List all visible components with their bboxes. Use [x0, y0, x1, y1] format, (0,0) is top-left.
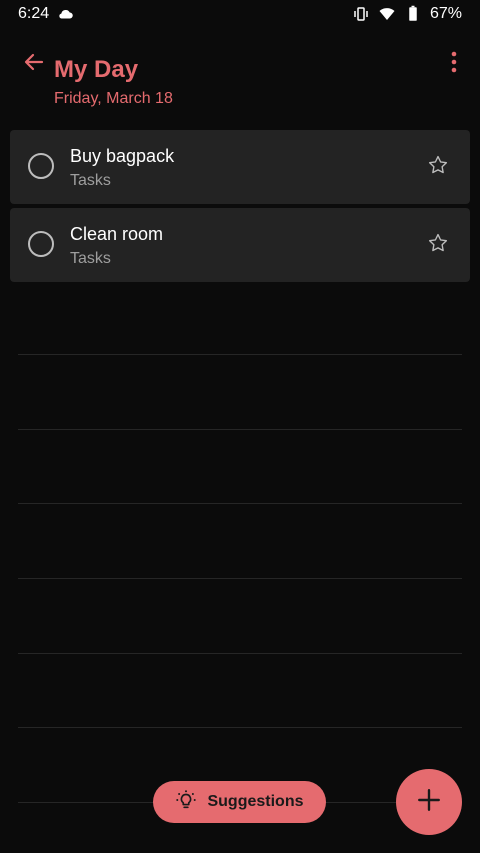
battery-percent: 67% — [429, 5, 462, 22]
empty-row-divider — [18, 653, 462, 654]
task-title: Buy bagpack — [70, 146, 175, 166]
more-vertical-icon — [450, 51, 458, 78]
header: My Day Friday, March 18 — [0, 38, 480, 118]
task-list-name: Tasks — [70, 250, 111, 267]
star-button[interactable] — [426, 233, 450, 257]
cloud-icon — [57, 5, 75, 23]
plus-icon — [416, 787, 442, 818]
back-button[interactable] — [16, 46, 52, 82]
my-day-screen: 6:24 67% My Day Friday, March 18 Buy bag… — [0, 0, 480, 853]
empty-row-divider — [18, 578, 462, 579]
battery-icon — [404, 5, 422, 23]
complete-checkbox[interactable] — [28, 231, 54, 257]
empty-row-divider — [18, 429, 462, 430]
status-right: 67% — [352, 5, 462, 23]
complete-checkbox[interactable] — [28, 153, 54, 179]
empty-row-divider — [18, 727, 462, 728]
page-subtitle: Friday, March 18 — [54, 90, 173, 107]
task-item[interactable]: Buy bagpack Tasks — [10, 130, 470, 204]
star-outline-icon — [427, 232, 449, 259]
suggestions-label: Suggestions — [207, 793, 304, 810]
task-list: Buy bagpack Tasks Clean room Tasks — [10, 130, 470, 286]
page-title: My Day — [54, 56, 139, 83]
lightbulb-icon — [175, 789, 197, 816]
arrow-left-icon — [22, 50, 46, 79]
more-options-button[interactable] — [438, 46, 470, 82]
status-left: 6:24 — [18, 5, 75, 23]
star-button[interactable] — [426, 155, 450, 179]
star-outline-icon — [427, 154, 449, 181]
task-title: Clean room — [70, 224, 164, 244]
task-item[interactable]: Clean room Tasks — [10, 208, 470, 282]
status-time: 6:24 — [18, 5, 50, 22]
add-task-button[interactable] — [396, 769, 462, 835]
empty-row-divider — [18, 503, 462, 504]
status-bar: 6:24 67% — [0, 0, 480, 28]
wifi-icon — [378, 5, 396, 23]
empty-row-divider — [18, 354, 462, 355]
suggestions-button[interactable]: Suggestions — [153, 781, 326, 823]
task-list-name: Tasks — [70, 172, 111, 189]
vibrate-icon — [352, 5, 370, 23]
